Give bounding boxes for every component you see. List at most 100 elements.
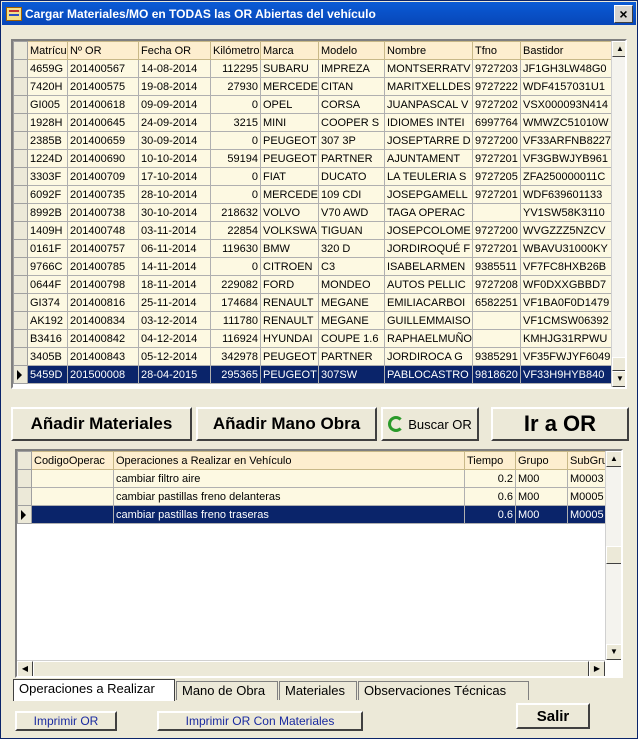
table-cell[interactable]: 28-10-2014 [138, 185, 211, 204]
table-cell[interactable]: EMILIACARBOI [384, 293, 473, 312]
table-cell[interactable]: 09-09-2014 [138, 95, 211, 114]
table-cell[interactable]: 201400757 [67, 239, 139, 258]
table-cell[interactable]: MEGANE [318, 293, 385, 312]
table-cell[interactable]: M0005 [567, 505, 606, 524]
row-selector[interactable] [13, 365, 28, 384]
table-cell[interactable]: 06-11-2014 [138, 239, 211, 258]
table-cell[interactable]: 201400659 [67, 131, 139, 150]
table-cell[interactable]: 307 3P [318, 131, 385, 150]
table-cell[interactable]: FORD [260, 275, 319, 294]
table-cell[interactable]: 201400785 [67, 257, 139, 276]
table-cell[interactable]: M00 [515, 469, 568, 488]
table-cell[interactable]: 19-08-2014 [138, 77, 211, 96]
table-cell[interactable]: C3 [318, 257, 385, 276]
table-cell[interactable]: 342978 [210, 347, 261, 366]
table-cell[interactable]: AUTOS PELLIC [384, 275, 473, 294]
table-cell[interactable]: 17-10-2014 [138, 167, 211, 186]
table-cell[interactable]: 9727201 [472, 185, 521, 204]
table-cell[interactable]: PEUGEOT [260, 131, 319, 150]
table-cell[interactable]: 9727205 [472, 167, 521, 186]
table-cell[interactable]: AJUNTAMENT [384, 149, 473, 168]
column-header[interactable]: Tfno [472, 41, 521, 60]
table-row[interactable]: GI005 201400618 09-09-2014 0 OPEL CORSA JUANPA… [13, 95, 612, 114]
table-cell[interactable]: 9727202 [472, 95, 521, 114]
table-cell[interactable]: 0644F [27, 275, 68, 294]
row-selector[interactable] [13, 329, 28, 348]
table-cell[interactable]: PEUGEOT [260, 347, 319, 366]
column-header[interactable]: Nombre [384, 41, 473, 60]
table-cell[interactable]: JOSEPCOLOME [384, 221, 473, 240]
table-cell[interactable]: VF7FC8HXB26B [520, 257, 612, 276]
table-cell[interactable]: cambiar pastillas freno traseras [113, 505, 465, 524]
table-cell[interactable]: 59194 [210, 149, 261, 168]
table-cell[interactable]: 3303F [27, 167, 68, 186]
table-cell[interactable] [472, 329, 521, 348]
operations-vertical-scrollbar[interactable]: ▲ ▼ [605, 451, 621, 660]
table-cell[interactable]: VF1BA0F0D1479 [520, 293, 612, 312]
column-header[interactable]: Modelo [318, 41, 385, 60]
row-selector[interactable] [13, 95, 28, 114]
orders-grid[interactable]: MatrículaNº ORFecha ORKilómetrosMarcaMod… [11, 39, 627, 389]
scroll-thumb[interactable] [33, 661, 589, 676]
tab-observaciones-tecnicas[interactable]: Observaciones Técnicas [358, 681, 529, 700]
column-header[interactable]: Fecha OR [138, 41, 211, 60]
table-cell[interactable]: 6997764 [472, 113, 521, 132]
table-cell[interactable]: 03-12-2014 [138, 311, 211, 330]
table-cell[interactable]: 3215 [210, 113, 261, 132]
table-cell[interactable]: TIGUAN [318, 221, 385, 240]
table-cell[interactable]: 218632 [210, 203, 261, 222]
row-selector[interactable] [17, 487, 32, 506]
table-cell[interactable]: 0 [210, 185, 261, 204]
table-cell[interactable]: PARTNER [318, 347, 385, 366]
row-selector[interactable] [13, 167, 28, 186]
table-cell[interactable]: 22854 [210, 221, 261, 240]
table-cell[interactable]: 6582251 [472, 293, 521, 312]
table-cell[interactable]: 109 CDI [318, 185, 385, 204]
table-cell[interactable]: MERCEDE [260, 77, 319, 96]
table-cell[interactable]: M0005 [567, 487, 606, 506]
table-cell[interactable]: 0 [210, 167, 261, 186]
table-cell[interactable]: 0 [210, 131, 261, 150]
row-selector[interactable] [13, 239, 28, 258]
table-row[interactable]: 1224D 201400690 10-10-2014 59194 PEUGEOT PART… [13, 149, 612, 168]
table-cell[interactable]: MONTSERRATV [384, 59, 473, 78]
row-selector[interactable] [13, 275, 28, 294]
table-cell[interactable]: WVGZZZ5NZCV [520, 221, 612, 240]
row-selector[interactable] [13, 203, 28, 222]
table-cell[interactable]: DUCATO [318, 167, 385, 186]
table-row[interactable]: 5459D 201500008 28-04-2015 295365 PEUGEOT 307… [13, 365, 612, 384]
table-row[interactable]: 4659G 201400567 14-08-2014 112295 SUBARU IMPR… [13, 59, 612, 78]
table-cell[interactable]: 201400738 [67, 203, 139, 222]
table-cell[interactable]: 30-09-2014 [138, 131, 211, 150]
table-cell[interactable]: 116924 [210, 329, 261, 348]
tab-mano-de-obra[interactable]: Mano de Obra [176, 681, 278, 700]
table-cell[interactable]: BMW [260, 239, 319, 258]
go-to-or-button[interactable]: Ir a OR [491, 407, 629, 441]
table-row[interactable]: 3303F 201400709 17-10-2014 0 FIAT DUCATO LA TE… [13, 167, 612, 186]
table-cell[interactable]: 2385B [27, 131, 68, 150]
table-cell[interactable]: 0 [210, 257, 261, 276]
table-cell[interactable]: PEUGEOT [260, 149, 319, 168]
print-or-button[interactable]: Imprimir OR [15, 711, 117, 731]
close-button[interactable]: × [614, 4, 633, 23]
table-row[interactable]: cambiar pastillas freno traseras 0.6 M00 M0… [17, 505, 606, 524]
table-cell[interactable]: MINI [260, 113, 319, 132]
table-cell[interactable]: HYUNDAI [260, 329, 319, 348]
table-cell[interactable]: 201400690 [67, 149, 139, 168]
table-cell[interactable] [31, 487, 114, 506]
scroll-up-button[interactable]: ▲ [606, 451, 621, 467]
table-cell[interactable]: MARITXELLDES [384, 77, 473, 96]
table-cell[interactable]: ZFA250000011C [520, 167, 612, 186]
row-selector[interactable] [13, 185, 28, 204]
table-cell[interactable]: 9727201 [472, 239, 521, 258]
table-cell[interactable]: V70 AWD [318, 203, 385, 222]
table-cell[interactable]: VF3GBWJYB961 [520, 149, 612, 168]
table-cell[interactable]: YV1SW58K3110 [520, 203, 612, 222]
table-cell[interactable] [31, 469, 114, 488]
table-row[interactable]: cambiar filtro aire 0.2 M00 M0003 [17, 469, 606, 488]
column-header[interactable]: CodigoOperac [31, 451, 114, 470]
table-cell[interactable]: WDF639601133 [520, 185, 612, 204]
table-cell[interactable]: JF1GH3LW48G0 [520, 59, 612, 78]
table-cell[interactable]: JUANPASCAL V [384, 95, 473, 114]
row-selector[interactable] [13, 311, 28, 330]
